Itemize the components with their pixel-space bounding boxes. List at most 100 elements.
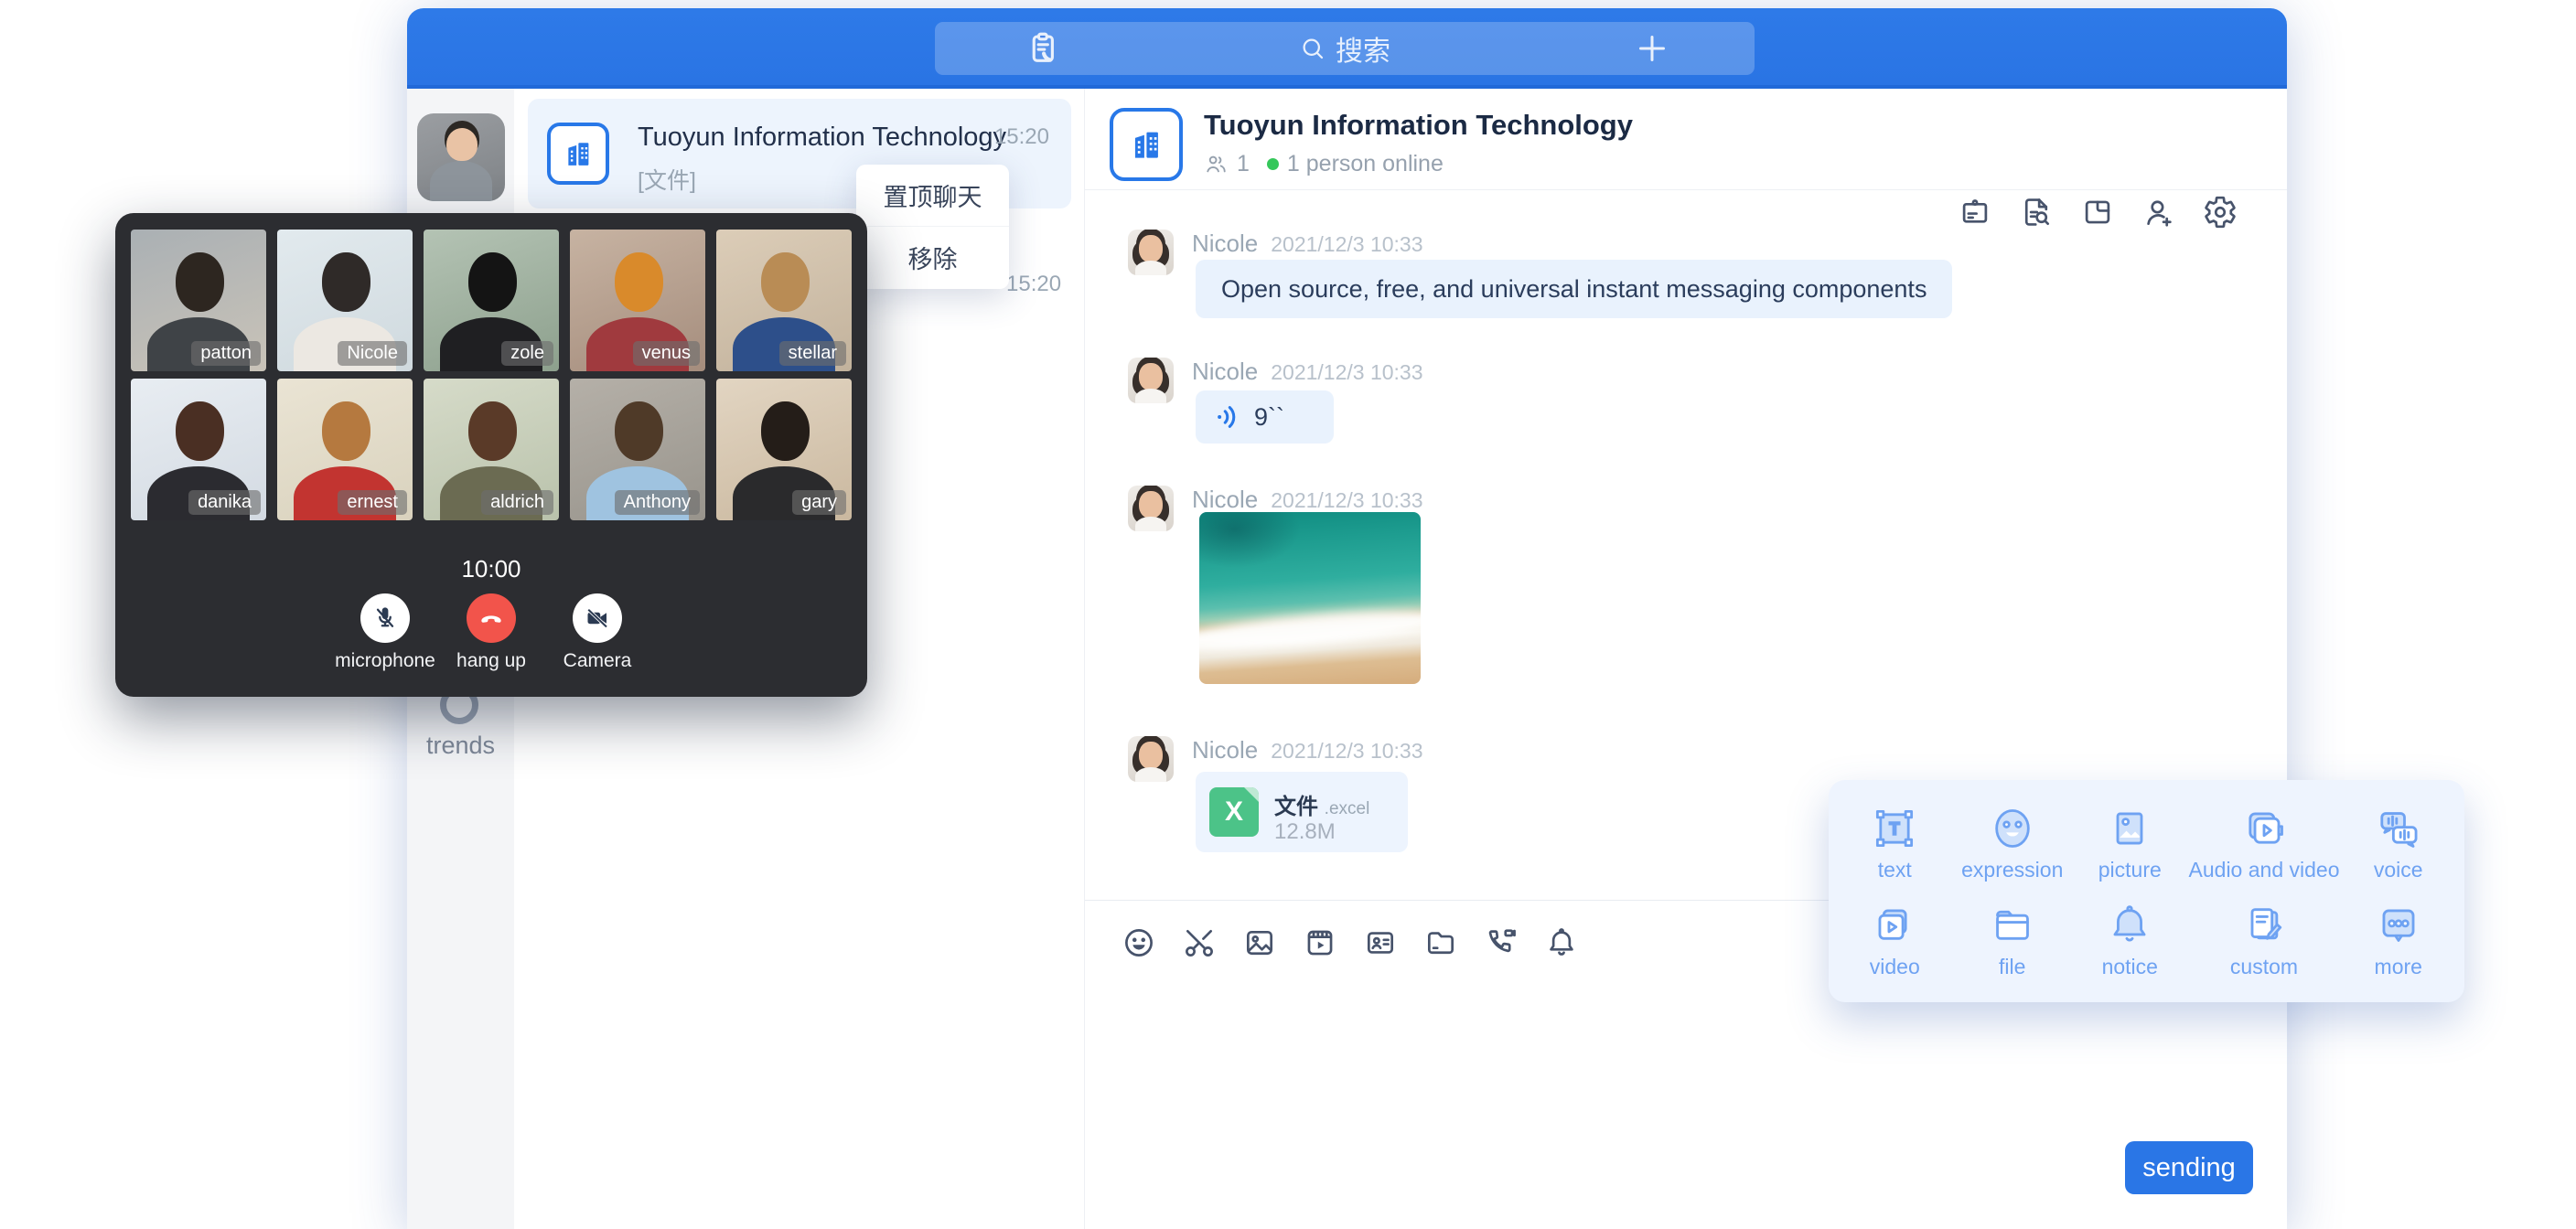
audio-video-icon <box>2240 805 2288 852</box>
plus-icon[interactable] <box>1634 30 1670 67</box>
panel-item-more[interactable]: more <box>2339 892 2457 990</box>
video-tile: stellar <box>716 230 852 371</box>
sender-name: Nicole <box>1192 736 1258 764</box>
participant-name: aldrich <box>481 490 553 515</box>
call-participants-grid: patton Nicole zole venus stellar danika … <box>131 230 852 520</box>
message-time: 2021/12/3 10:33 <box>1271 739 1422 763</box>
message-type-panel: text expression picture Audio and video <box>1829 780 2464 1002</box>
call-timer: 10:00 <box>115 555 867 583</box>
microphone-label: microphone <box>335 650 435 672</box>
sender-avatar[interactable] <box>1128 736 1174 782</box>
video-tile: zole <box>424 230 559 371</box>
panel-item-label: voice <box>2374 858 2423 882</box>
chat-title: Tuoyun Information Technology <box>1204 109 1633 142</box>
panel-item-picture[interactable]: picture <box>2071 795 2189 892</box>
panel-item-voice[interactable]: voice <box>2339 795 2457 892</box>
panel-item-label: notice <box>2102 955 2158 979</box>
my-avatar[interactable] <box>417 113 505 201</box>
message-bubble: Open source, free, and universal instant… <box>1196 260 1952 318</box>
sender-avatar[interactable] <box>1128 230 1174 275</box>
panel-item-label: picture <box>2098 858 2162 882</box>
search-icon <box>1299 35 1326 62</box>
hang-up-icon <box>477 604 506 633</box>
conversation-preview: [文件] <box>638 163 696 196</box>
files-icon[interactable] <box>2080 195 2115 230</box>
conversation-time-2: 15:20 <box>1006 272 1061 297</box>
message-time: 2021/12/3 10:33 <box>1271 232 1422 256</box>
panel-item-file[interactable]: file <box>1954 892 2072 990</box>
message-time: 2021/12/3 10:33 <box>1271 488 1422 512</box>
chat-header: Tuoyun Information Technology 1 1 person… <box>1085 89 2287 190</box>
voice-message-bubble[interactable]: 9`` <box>1196 390 1334 444</box>
sidebar-item-trends[interactable]: trends <box>407 732 514 760</box>
chat-subtitle: 1 1 person online <box>1204 151 1444 177</box>
video-icon <box>1871 902 1918 949</box>
camera-label: Camera <box>564 650 632 672</box>
send-button[interactable]: sending <box>2125 1141 2253 1194</box>
video-tile: danika <box>131 379 266 520</box>
participant-name: gary <box>792 490 846 515</box>
video-clip-icon[interactable] <box>1303 925 1337 960</box>
custom-icon <box>2240 902 2288 949</box>
sender-avatar[interactable] <box>1128 358 1174 403</box>
settings-gear-icon[interactable] <box>2203 195 2238 230</box>
video-tile: aldrich <box>424 379 559 520</box>
sender-avatar[interactable] <box>1128 486 1174 531</box>
participant-name: patton <box>191 341 261 366</box>
menu-item-remove[interactable]: 移除 <box>856 226 1009 287</box>
panel-item-text[interactable]: text <box>1836 795 1954 892</box>
camera-toggle-button[interactable] <box>573 593 622 643</box>
file-name: 文件 <box>1274 795 1318 819</box>
video-tile: gary <box>716 379 852 520</box>
panel-item-label: more <box>2375 955 2422 979</box>
screenshot-scissors-icon[interactable] <box>1182 925 1217 960</box>
participant-name: ernest <box>338 490 407 515</box>
microphone-mute-button[interactable] <box>360 593 410 643</box>
search-area[interactable]: 搜索 <box>935 22 1755 75</box>
panel-item-video[interactable]: video <box>1836 892 1954 990</box>
image-icon[interactable] <box>1242 925 1277 960</box>
emoji-icon[interactable] <box>1122 925 1156 960</box>
group-notice-icon[interactable] <box>1958 195 1992 230</box>
call-icon[interactable] <box>1484 925 1519 960</box>
search-bar[interactable]: 搜索 <box>935 22 1755 75</box>
panel-item-notice[interactable]: notice <box>2071 892 2189 990</box>
panel-item-expression[interactable]: expression <box>1954 795 2072 892</box>
chat-panel: Tuoyun Information Technology 1 1 person… <box>1085 89 2287 1229</box>
sender-name: Nicole <box>1192 230 1258 257</box>
panel-item-custom[interactable]: custom <box>2189 892 2340 990</box>
video-tile: Anthony <box>570 379 705 520</box>
conversation-title: Tuoyun Information Technology <box>638 123 1006 153</box>
image-message-thumbnail[interactable] <box>1199 512 1421 684</box>
voice-wave-icon <box>1214 402 1243 432</box>
more-icon <box>2375 902 2422 949</box>
contact-card-icon[interactable] <box>1363 925 1398 960</box>
sender-name: Nicole <box>1192 358 1258 385</box>
file-ext: .excel <box>1325 799 1370 818</box>
video-tile: ernest <box>277 379 413 520</box>
panel-item-audio-video[interactable]: Audio and video <box>2189 795 2340 892</box>
file-folder-icon <box>1989 902 2036 949</box>
folder-icon[interactable] <box>1423 925 1458 960</box>
top-bar: 搜索 <box>407 8 2287 89</box>
excel-file-icon: X <box>1209 787 1259 837</box>
bell-icon[interactable] <box>1544 925 1579 960</box>
file-message-card[interactable]: X 文件 .excel 12.8M <box>1196 772 1408 852</box>
hang-up-label: hang up <box>456 650 526 672</box>
group-avatar <box>1110 108 1183 181</box>
hang-up-button[interactable] <box>467 593 516 643</box>
building-icon <box>558 134 598 174</box>
participant-name: venus <box>633 341 700 366</box>
participant-name: Anthony <box>615 490 700 515</box>
camera-off-icon <box>584 604 611 632</box>
search-history-icon[interactable] <box>2019 195 2054 230</box>
voice-duration: 9`` <box>1254 403 1284 432</box>
participant-name: zole <box>501 341 553 366</box>
panel-item-label: file <box>1999 955 2025 979</box>
menu-item-pin-chat[interactable]: 置顶聊天 <box>856 165 1009 226</box>
conversation-time: 15:20 <box>994 124 1049 150</box>
picture-icon <box>2106 805 2153 852</box>
panel-item-label: Audio and video <box>2189 858 2340 882</box>
conversation-context-menu: 置顶聊天 移除 <box>856 165 1009 289</box>
add-member-icon[interactable] <box>2141 195 2176 230</box>
